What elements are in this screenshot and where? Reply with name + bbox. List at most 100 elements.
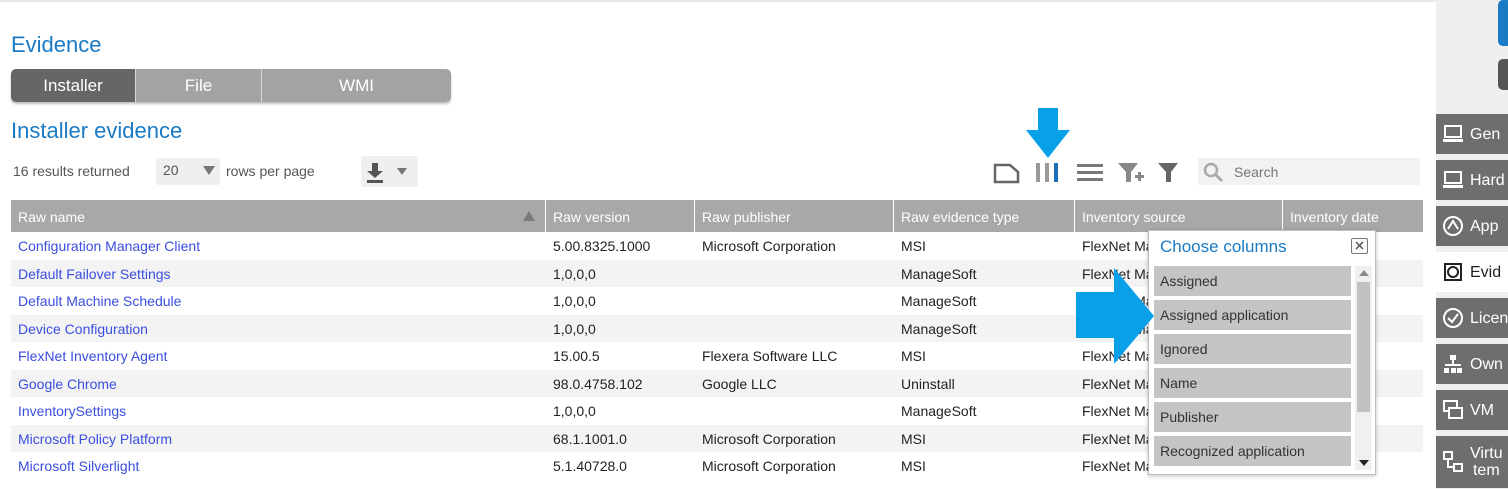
choose-columns-popup: Choose columns Assigned Assigned applica… (1148, 230, 1376, 475)
rows-per-page-select[interactable]: 20 (156, 158, 220, 185)
raw-name-link[interactable]: Default Machine Schedule (11, 287, 546, 315)
sidebar-item-hardware[interactable]: Hard (1436, 160, 1508, 200)
table-cell: MSI (901, 348, 926, 364)
table-cell: MSI (901, 238, 926, 254)
column-option-name[interactable]: Name (1154, 368, 1351, 398)
table-cell (695, 397, 894, 425)
raw-name-link[interactable]: Device Configuration (11, 315, 546, 343)
tab-installer[interactable]: Installer (11, 69, 136, 102)
table-cell: 1,0,0,0 (553, 320, 596, 337)
scrollbar-thumb[interactable] (1357, 282, 1370, 412)
column-header-raw-evidence-type[interactable]: Raw evidence type (894, 200, 1075, 232)
column-option-assigned[interactable]: Assigned (1154, 266, 1351, 296)
raw-name-link[interactable]: FlexNet Inventory Agent (11, 342, 546, 370)
table-cell: ManageSoft (901, 403, 977, 419)
raw-name-link[interactable]: InventorySettings (11, 397, 546, 425)
arrow-right-annotation-icon (1076, 268, 1154, 364)
column-option-recognized-application[interactable]: Recognized application (1154, 436, 1351, 466)
table-cell: Microsoft Corporation (702, 238, 836, 254)
table-cell: 5.1.40728.0 (553, 458, 627, 474)
column-header-raw-version[interactable]: Raw version (546, 200, 695, 232)
evidence-tabs: Installer File WMI (11, 69, 451, 102)
columns-icon[interactable] (1033, 160, 1063, 186)
close-icon (1355, 241, 1364, 250)
results-count: 16 results returned (13, 163, 130, 179)
table-cell: Flexera Software LLC (702, 348, 838, 364)
sidebar-item-general[interactable]: Gen (1436, 114, 1508, 154)
sidebar-item-evidence[interactable]: Evid (1436, 252, 1508, 292)
table-cell: 1,0,0,0 (553, 403, 596, 419)
tab-file[interactable]: File (136, 69, 262, 102)
raw-name-link[interactable]: Google Chrome (11, 370, 546, 398)
table-cell: ManageSoft (901, 320, 977, 337)
table-cell: Microsoft Corporation (702, 430, 836, 447)
table-header: Raw name Raw version Raw publisher Raw e… (11, 200, 1423, 232)
scroll-down-icon[interactable] (1359, 460, 1369, 466)
column-header-raw-publisher[interactable]: Raw publisher (695, 200, 894, 232)
select-all-icon[interactable] (990, 160, 1024, 186)
sidebar-item-ownership[interactable]: Own (1436, 344, 1508, 384)
sidebar-item-virtual-templates[interactable]: Virtu tem (1436, 436, 1508, 488)
export-button[interactable] (361, 156, 418, 187)
table-cell (695, 260, 894, 288)
raw-name-link[interactable]: Microsoft Policy Platform (11, 425, 546, 453)
sort-ascending-icon (523, 211, 535, 221)
secondary-action-button[interactable] (1498, 59, 1508, 90)
table-cell: Google LLC (702, 375, 777, 392)
table-cell (695, 287, 894, 315)
section-title: Installer evidence (11, 118, 183, 143)
sidebar-item-vm[interactable]: VM (1436, 390, 1508, 430)
rows-per-page-value: 20 (163, 162, 179, 178)
column-options-list: Assigned Assigned application Ignored Na… (1154, 266, 1351, 470)
chevron-down-icon (203, 166, 215, 175)
sidebar-item-applications[interactable]: App (1436, 206, 1508, 246)
table-cell: 5.00.8325.1000 (553, 238, 651, 254)
column-header-inventory-source[interactable]: Inventory source (1075, 200, 1283, 232)
top-border (0, 0, 1436, 2)
computer-icon (1443, 125, 1463, 142)
evidence-icon (1444, 263, 1462, 281)
table-cell: Microsoft Corporation (702, 458, 836, 474)
raw-name-link[interactable]: Default Failover Settings (11, 260, 546, 288)
table-cell: 15.00.5 (553, 348, 600, 364)
column-option-assigned-application[interactable]: Assigned application (1154, 300, 1351, 330)
page-title: Evidence (11, 32, 102, 57)
column-option-ignored[interactable]: Ignored (1154, 334, 1351, 364)
column-header-inventory-date[interactable]: Inventory date (1283, 200, 1423, 232)
table-cell: 1,0,0,0 (553, 293, 596, 309)
table-cell: Uninstall (901, 375, 955, 392)
popup-title: Choose columns (1160, 237, 1287, 256)
add-filter-icon[interactable] (1116, 160, 1146, 186)
search-box (1198, 158, 1420, 185)
tab-wmi[interactable]: WMI (262, 69, 451, 102)
application-icon (1443, 216, 1463, 236)
table-cell: 98.0.4758.102 (553, 375, 643, 392)
filter-icon[interactable] (1156, 160, 1182, 186)
search-input[interactable] (1232, 161, 1412, 183)
column-header-raw-name[interactable]: Raw name (11, 200, 546, 232)
rows-per-page-label: rows per page (226, 163, 315, 179)
raw-name-link[interactable]: Configuration Manager Client (11, 232, 546, 260)
computer-icon (1443, 171, 1463, 188)
table-cell: ManageSoft (901, 265, 977, 282)
close-button[interactable] (1351, 238, 1368, 254)
table-cell (695, 315, 894, 343)
table-cell: 68.1.1001.0 (553, 430, 627, 447)
table-cell: MSI (901, 430, 926, 447)
row-density-icon[interactable] (1074, 160, 1106, 186)
virtual-template-icon (1443, 451, 1463, 472)
table-cell: 1,0,0,0 (553, 265, 596, 282)
license-icon (1443, 308, 1463, 328)
column-option-publisher[interactable]: Publisher (1154, 402, 1351, 432)
popup-scrollbar[interactable] (1355, 266, 1372, 470)
table-cell: MSI (901, 458, 926, 474)
download-icon (367, 163, 407, 183)
sidebar-item-licenses[interactable]: Licen (1436, 298, 1508, 338)
arrow-down-annotation-icon (1026, 108, 1070, 158)
ownership-icon (1444, 355, 1462, 373)
scroll-up-icon[interactable] (1359, 270, 1369, 276)
vm-icon (1443, 400, 1463, 419)
primary-action-button[interactable] (1498, 0, 1508, 46)
search-icon (1203, 162, 1224, 183)
raw-name-link[interactable]: Microsoft Silverlight (11, 452, 546, 480)
